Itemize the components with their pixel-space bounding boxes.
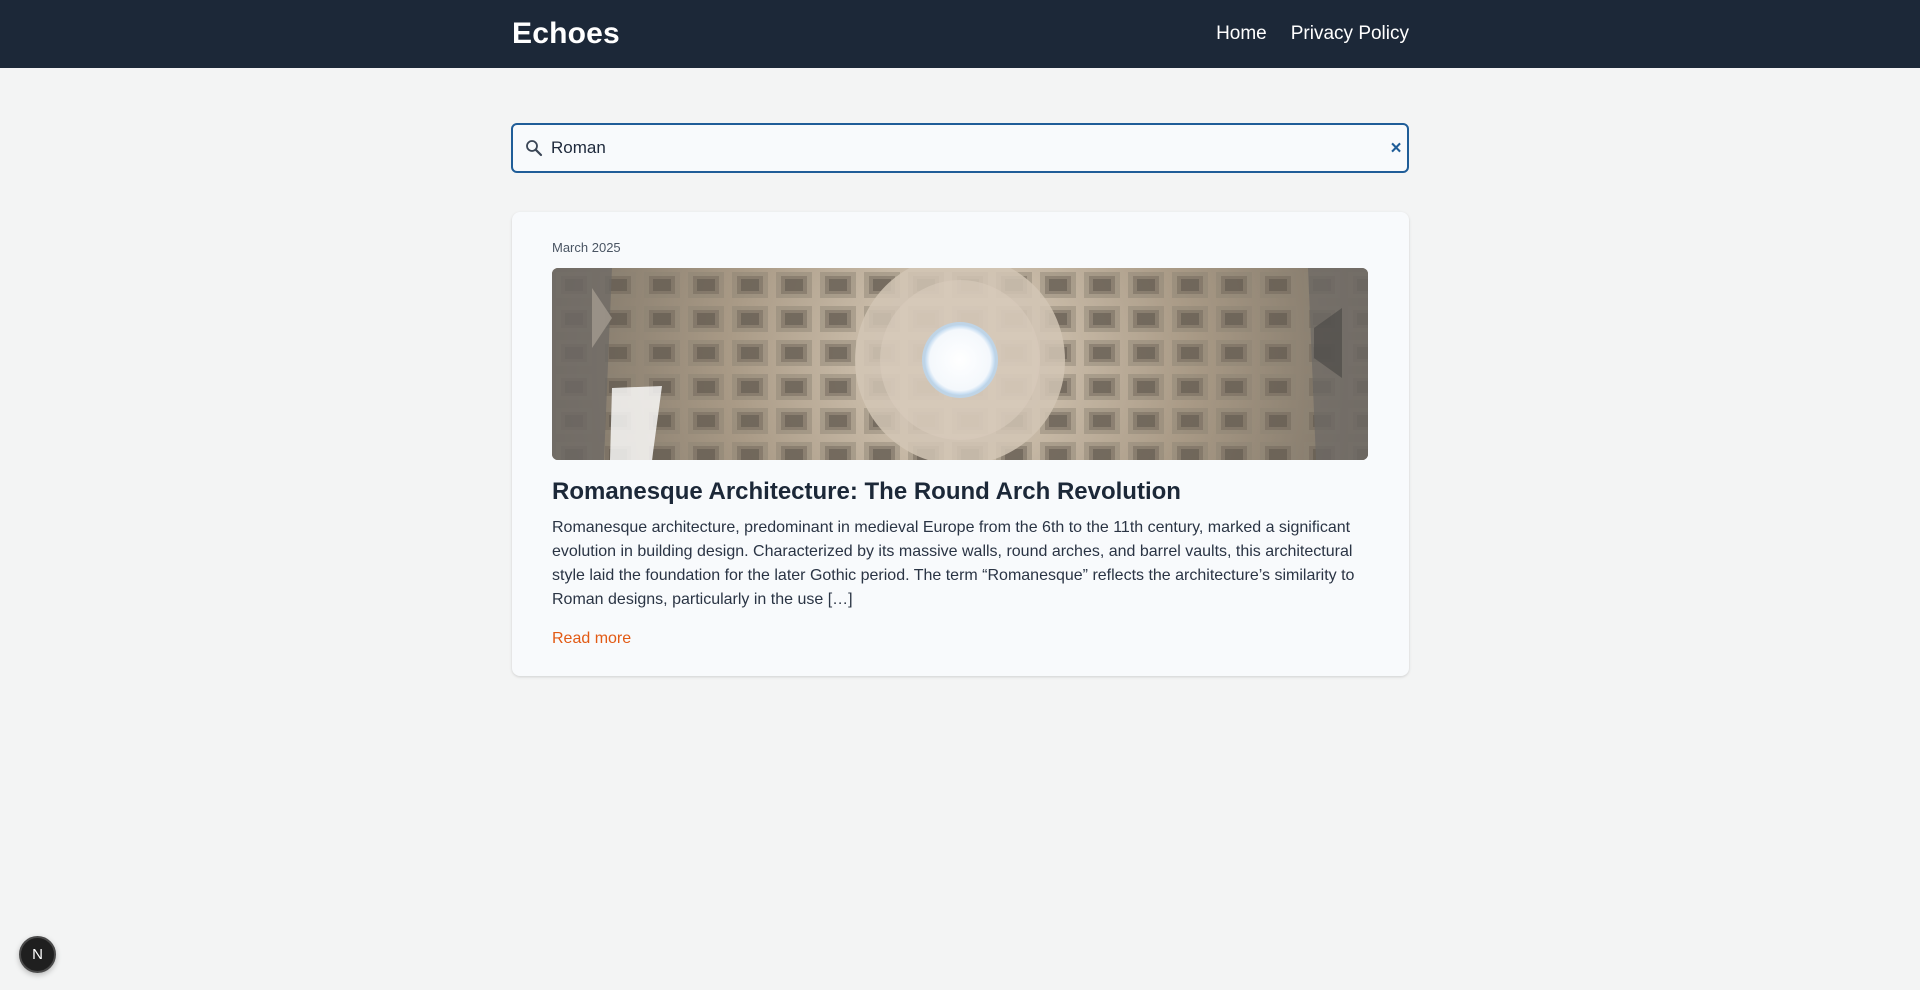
- main-nav: Home Privacy Policy: [1216, 23, 1409, 45]
- post-title[interactable]: Romanesque Architecture: The Round Arch …: [552, 478, 1368, 506]
- dev-badge-label: N: [32, 946, 43, 963]
- post-card: March 2025 Romanesque Architecture: The …: [512, 212, 1409, 676]
- pantheon-dome-image: [552, 268, 1368, 460]
- nav-link-home[interactable]: Home: [1216, 23, 1267, 45]
- clear-search-icon[interactable]: ×: [1387, 139, 1405, 158]
- post-excerpt: Romanesque architecture, predominant in …: [552, 519, 1355, 608]
- site-header: Echoes Home Privacy Policy: [0, 0, 1920, 68]
- post-date: March 2025: [552, 240, 621, 255]
- site-title-link[interactable]: Echoes: [512, 17, 620, 51]
- search-input[interactable]: [551, 133, 1371, 163]
- dev-tools-badge[interactable]: N: [19, 936, 56, 973]
- read-more-link[interactable]: Read more: [552, 630, 631, 648]
- search-icon: [526, 140, 543, 157]
- header-inner: Echoes Home Privacy Policy: [512, 0, 1409, 68]
- search-box: ×: [511, 123, 1409, 173]
- nav-link-privacy-policy[interactable]: Privacy Policy: [1291, 23, 1409, 45]
- post-image[interactable]: [552, 268, 1368, 460]
